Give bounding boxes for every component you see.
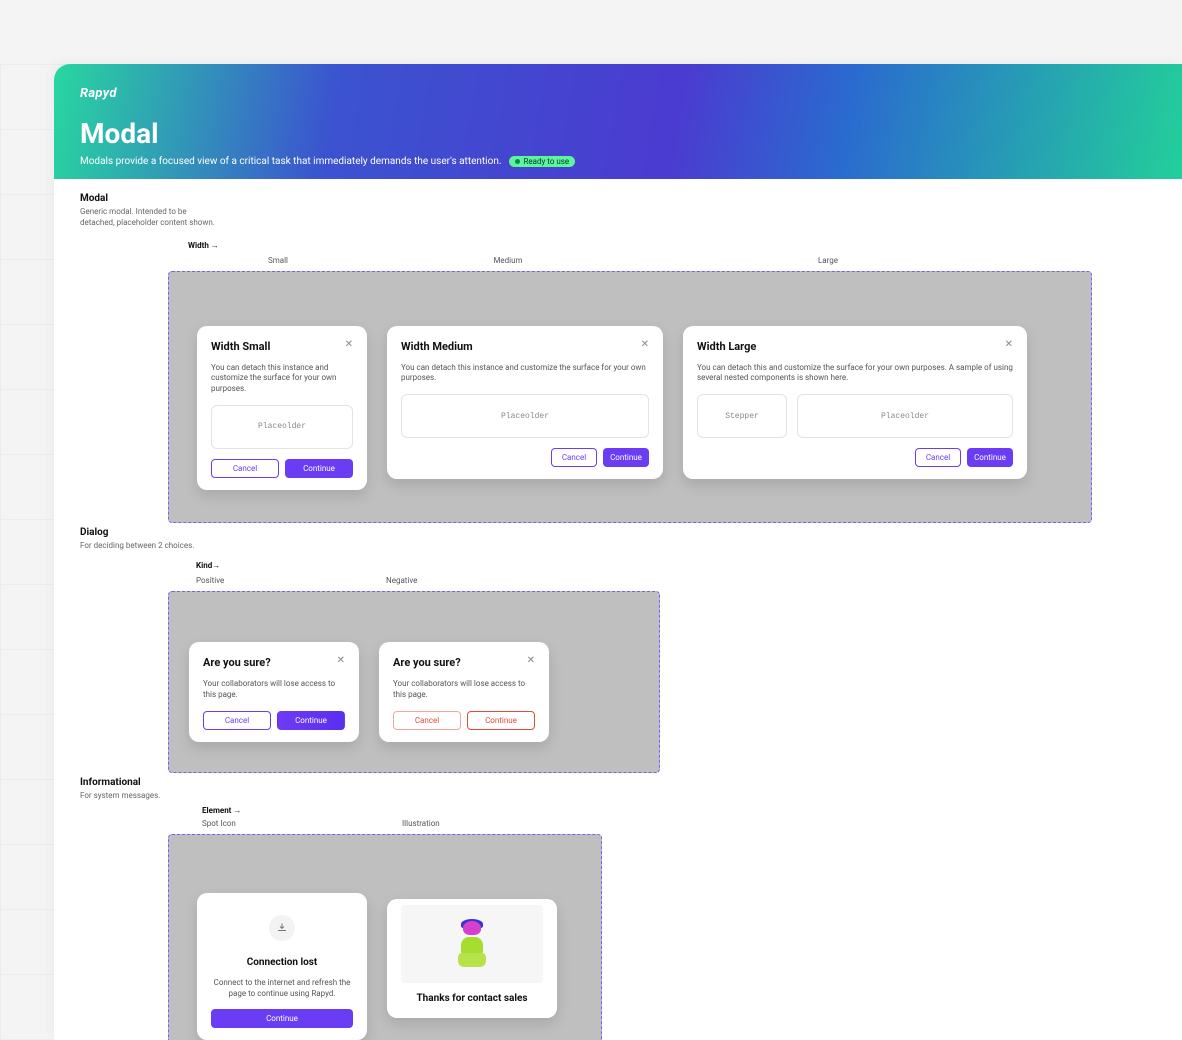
page-subtitle: Modals provide a focused view of a criti… bbox=[80, 156, 501, 167]
column-header-spot-icon: Spot Icon bbox=[202, 819, 402, 828]
informational-canvas: Connection lost Connect to the internet … bbox=[168, 834, 602, 1040]
modal-canvas: Width Small ✕ You can detach this instan… bbox=[168, 271, 1092, 523]
column-header-illustration: Illustration bbox=[402, 819, 602, 828]
section-description: Generic modal. Intended to be detached, … bbox=[80, 207, 220, 229]
column-header-negative: Negative bbox=[386, 576, 576, 585]
dialog-positive: Are you sure? ✕ Your collaborators will … bbox=[189, 642, 359, 742]
close-icon[interactable]: ✕ bbox=[527, 656, 535, 666]
dialog-negative: Are you sure? ✕ Your collaborators will … bbox=[379, 642, 549, 742]
column-header-large: Large bbox=[648, 256, 1008, 265]
info-title: Connection lost bbox=[211, 957, 353, 968]
status-badge-label: Ready to use bbox=[523, 157, 569, 166]
continue-button[interactable]: Continue bbox=[467, 711, 535, 730]
modal-large: Width Large ✕ You can detach this and cu… bbox=[683, 326, 1027, 480]
section-heading: Modal bbox=[80, 193, 1182, 204]
page-title: Modal bbox=[80, 117, 1156, 150]
dialog-canvas: Are you sure? ✕ Your collaborators will … bbox=[168, 591, 660, 773]
continue-button[interactable]: Continue bbox=[967, 448, 1013, 467]
placeholder-slot: Placeolder bbox=[211, 405, 353, 449]
close-icon[interactable]: ✕ bbox=[641, 340, 649, 350]
modal-title: Width Small bbox=[211, 340, 270, 353]
hero-banner: Rapyd Modal Modals provide a focused vie… bbox=[54, 64, 1182, 179]
continue-button[interactable]: Continue bbox=[285, 459, 353, 478]
brand-logo: Rapyd bbox=[80, 86, 1156, 101]
section-description: For deciding between 2 choices. bbox=[80, 541, 220, 552]
informational-illustration: Thanks for contact sales bbox=[387, 899, 557, 1018]
informational-spot: Connection lost Connect to the internet … bbox=[197, 893, 367, 1040]
modal-medium: Width Medium ✕ You can detach this insta… bbox=[387, 326, 663, 480]
section-modal: Modal Generic modal. Intended to be deta… bbox=[54, 179, 1182, 523]
close-icon[interactable]: ✕ bbox=[1005, 340, 1013, 350]
continue-button[interactable]: Continue bbox=[603, 448, 649, 467]
illustration-box bbox=[401, 905, 543, 983]
column-header-positive: Positive bbox=[196, 576, 386, 585]
modal-small: Width Small ✕ You can detach this instan… bbox=[197, 326, 367, 490]
dialog-title: Are you sure? bbox=[393, 656, 461, 669]
cancel-button[interactable]: Cancel bbox=[203, 711, 271, 730]
dialog-title: Are you sure? bbox=[203, 656, 271, 669]
section-heading: Dialog bbox=[80, 527, 1182, 538]
stepper-slot: Stepper bbox=[697, 394, 787, 438]
modal-description: You can detach this and customize the su… bbox=[697, 363, 1013, 385]
column-header-small: Small bbox=[188, 256, 368, 265]
dialog-description: Your collaborators will lose access to t… bbox=[203, 679, 345, 701]
cancel-button[interactable]: Cancel bbox=[393, 711, 461, 730]
section-dialog: Dialog For deciding between 2 choices. K… bbox=[54, 523, 1182, 773]
cancel-button[interactable]: Cancel bbox=[211, 459, 279, 478]
axis-label: Width → bbox=[188, 241, 219, 250]
section-heading: Informational bbox=[80, 777, 1182, 788]
status-badge: Ready to use bbox=[509, 156, 575, 167]
axis-label: Element → bbox=[202, 806, 241, 815]
modal-title: Width Medium bbox=[401, 340, 473, 353]
modal-title: Width Large bbox=[697, 340, 756, 353]
bust-illustration-icon bbox=[455, 921, 489, 967]
cancel-button[interactable]: Cancel bbox=[915, 448, 961, 467]
placeholder-slot: Placeolder bbox=[797, 394, 1013, 438]
column-header-medium: Medium bbox=[368, 256, 648, 265]
continue-button[interactable]: Continue bbox=[211, 1009, 353, 1028]
info-description: Connect to the internet and refresh the … bbox=[211, 978, 353, 1000]
status-dot-icon bbox=[515, 159, 520, 164]
modal-description: You can detach this instance and customi… bbox=[211, 363, 353, 395]
placeholder-slot: Placeolder bbox=[401, 394, 649, 438]
close-icon[interactable]: ✕ bbox=[337, 656, 345, 666]
section-description: For system messages. bbox=[80, 791, 220, 802]
cancel-button[interactable]: Cancel bbox=[551, 448, 597, 467]
download-icon bbox=[269, 915, 295, 941]
dialog-description: Your collaborators will lose access to t… bbox=[393, 679, 535, 701]
axis-label: Kind→ bbox=[196, 561, 220, 570]
continue-button[interactable]: Continue bbox=[277, 711, 345, 730]
modal-description: You can detach this instance and customi… bbox=[401, 363, 649, 385]
info-title: Thanks for contact sales bbox=[401, 993, 543, 1004]
close-icon[interactable]: ✕ bbox=[345, 340, 353, 350]
section-informational: Informational For system messages. Eleme… bbox=[54, 773, 1182, 1040]
